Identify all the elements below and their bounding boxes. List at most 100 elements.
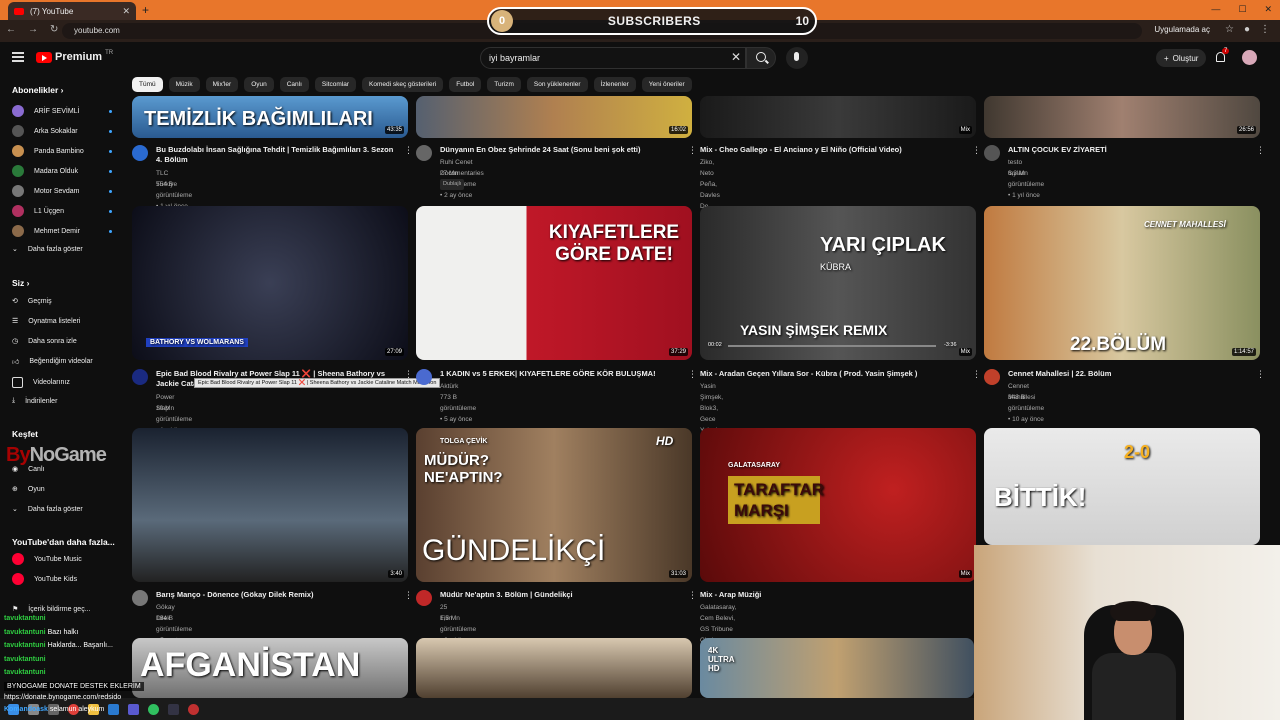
sidebar-you-heading[interactable]: Siz › [12, 278, 29, 288]
edge-taskbar-icon[interactable] [108, 703, 119, 715]
video-thumbnail[interactable]: TEMİZLİK BAĞIMLILARI 43:35 [132, 96, 408, 138]
video-thumbnail[interactable]: KIYAFETLERE GÖRE DATE! 37:29 [416, 206, 692, 360]
video-thumbnail[interactable]: YARI ÇIPLAK KÜBRA YASIN ŞİMŞEK REMIX 00:… [700, 206, 976, 360]
video-thumbnail[interactable]: 3:40 [132, 428, 408, 582]
chip[interactable]: Sitcomlar [314, 77, 357, 92]
discord-taskbar-icon[interactable] [128, 703, 139, 715]
chip[interactable]: Müzik [168, 77, 200, 92]
channel-avatar[interactable] [132, 145, 148, 161]
sidebar-item-youtube-music[interactable]: YouTube Music [12, 553, 112, 565]
video-title[interactable]: ALTIN ÇOCUK EV ZİYARETİ [1008, 145, 1248, 155]
sidebar-show-more[interactable]: ⌄ Daha fazla göster [12, 245, 112, 254]
bookmark-star-icon[interactable]: ☆ [1225, 24, 1234, 35]
channel-avatar[interactable] [416, 369, 432, 385]
video-title[interactable]: Bu Buzdolabı İnsan Sağlığına Tehdit | Te… [156, 145, 396, 165]
sidebar-item-liked[interactable]: 👍︎ Beğendiğim videolar [12, 357, 112, 366]
video-title[interactable]: Müdür Ne'aptın 3. Bölüm | Gündelikçi [440, 590, 680, 600]
clear-search-icon[interactable]: ✕ [731, 50, 741, 64]
new-tab-icon[interactable]: + [142, 3, 149, 17]
sidebar-item-gaming[interactable]: ⊕ Oyun [12, 485, 112, 494]
video-thumbnail[interactable] [416, 638, 692, 698]
chip[interactable]: Son yüklenenler [526, 77, 588, 92]
chip[interactable]: İzlenenler [593, 77, 636, 92]
chip[interactable]: Mix'ler [205, 77, 239, 92]
more-options-icon[interactable]: ⋮ [404, 145, 413, 156]
channel-avatar[interactable] [416, 145, 432, 161]
more-options-icon[interactable]: ⋮ [972, 145, 981, 156]
more-options-icon[interactable]: ⋮ [1256, 145, 1265, 156]
channel-avatar[interactable] [984, 369, 1000, 385]
video-thumbnail[interactable]: AFGANİSTAN [132, 638, 408, 698]
channel-avatar[interactable] [984, 145, 1000, 161]
tab-close-icon[interactable]: ✕ [122, 6, 130, 17]
sidebar-subscriptions-heading[interactable]: Abonelikler › [12, 85, 64, 95]
video-title[interactable]: Mix - Arap Müziği [700, 590, 940, 600]
youtube-logo[interactable]: Premium TR [36, 50, 113, 63]
channel-avatar[interactable] [416, 590, 432, 606]
chip[interactable]: Komedi skeç gösterileri [362, 77, 444, 92]
video-title[interactable]: Barış Manço - Dönence (Gökay Dilek Remix… [156, 590, 396, 600]
video-thumbnail[interactable]: 2-0 BİTTİK! [984, 428, 1260, 545]
channel-name[interactable]: Aktürk [440, 381, 458, 392]
open-in-app-button[interactable]: Uygulamada aç [1154, 25, 1210, 34]
sidebar-item-watch-later[interactable]: ◷ Daha sonra izle [12, 337, 112, 346]
browser-menu-icon[interactable]: ⋮ [1260, 24, 1270, 35]
search-button[interactable] [746, 47, 776, 69]
create-button[interactable]: + Oluştur [1156, 49, 1207, 67]
player-progress-bar[interactable] [728, 345, 936, 347]
sidebar-sub-item[interactable]: L1 Üçgen [12, 205, 112, 217]
chip[interactable]: Turizm [487, 77, 521, 92]
account-avatar[interactable] [1242, 50, 1257, 65]
sidebar-explore-more[interactable]: ⌄ Daha fazla göster [12, 505, 112, 514]
sidebar-sub-item[interactable]: Madara Olduk [12, 165, 112, 177]
video-title[interactable]: Mix - Cheo Gallego - El Anciano y El Niñ… [700, 145, 940, 155]
more-options-icon[interactable]: ⋮ [688, 590, 697, 601]
forward-icon[interactable]: → [28, 24, 38, 35]
browser-tab-youtube[interactable]: (7) YouTube ✕ [8, 2, 136, 20]
sidebar-sub-item[interactable]: ARİF SEVİMLİ [12, 105, 112, 117]
video-thumbnail[interactable]: Mix [700, 96, 976, 138]
video-thumbnail[interactable]: BATHORY VS WOLMARANS 27:09 [132, 206, 408, 360]
more-options-icon[interactable]: ⋮ [688, 369, 697, 380]
video-thumbnail[interactable]: 4K ULTRA HD [700, 638, 974, 698]
close-window-icon[interactable]: ✕ [1264, 4, 1272, 15]
search-input[interactable] [487, 52, 721, 64]
sidebar-item-history[interactable]: ⟲ Geçmiş [12, 297, 112, 306]
sidebar-item-downloads[interactable]: ⤓ İndirilenler [12, 397, 112, 405]
obs-taskbar-icon[interactable] [188, 703, 199, 715]
chip[interactable]: Oyun [244, 77, 274, 92]
video-thumbnail[interactable]: 16:02 [416, 96, 692, 138]
channel-avatar[interactable] [132, 369, 148, 385]
sidebar-sub-item[interactable]: Panda Bambino [12, 145, 112, 157]
sidebar-item-youtube-kids[interactable]: YouTube Kids [12, 573, 112, 585]
sidebar-sub-item[interactable]: Arka Sokaklar [12, 125, 112, 137]
video-title[interactable]: 1 KADIN vs 5 ERKEK| KIYAFETLERE GÖRE KÖR… [440, 369, 680, 379]
chip[interactable]: Futbol [449, 77, 482, 92]
whatsapp-taskbar-icon[interactable] [148, 703, 159, 715]
reload-icon[interactable]: ↻ [50, 24, 58, 35]
chip[interactable]: Yeni öneriler [641, 77, 692, 92]
more-options-icon[interactable]: ⋮ [1256, 369, 1265, 380]
sidebar-item-your-videos[interactable]: Videolarınız [12, 377, 112, 388]
video-thumbnail[interactable]: 26:56 [984, 96, 1260, 138]
video-title[interactable]: Dünyanın En Obez Şehrinde 24 Saat (Sonu … [440, 145, 680, 155]
sidebar-item-playlists[interactable]: ☰ Oynatma listeleri [12, 317, 112, 326]
more-options-icon[interactable]: ⋮ [404, 590, 413, 601]
video-title[interactable]: Mix - Aradan Geçen Yıllara Sor - Kübra (… [700, 369, 940, 379]
profile-icon[interactable]: ● [1244, 24, 1250, 35]
video-thumbnail[interactable]: TOLGA ÇEVİK MÜDÜR? NE'APTIN? GÜNDELİKÇİ … [416, 428, 692, 582]
video-title[interactable]: Cennet Mahallesi | 22. Bölüm [1008, 369, 1248, 379]
video-thumbnail[interactable]: GALATASARAY TARAFTAR MARŞI Mix [700, 428, 976, 582]
chip-all[interactable]: Tümü [132, 77, 163, 92]
back-icon[interactable]: ← [6, 24, 16, 35]
maximize-icon[interactable]: ☐ [1238, 4, 1246, 15]
hamburger-menu-icon[interactable] [12, 52, 24, 62]
more-options-icon[interactable]: ⋮ [972, 369, 981, 380]
video-thumbnail[interactable]: CENNET MAHALLESİ 22.BÖLÜM 1:14:57 [984, 206, 1260, 360]
voice-search-icon[interactable] [786, 47, 808, 69]
more-options-icon[interactable]: ⋮ [688, 145, 697, 156]
minimize-icon[interactable]: — [1211, 4, 1220, 15]
sidebar-sub-item[interactable]: Motor Sevdam [12, 185, 112, 197]
sidebar-sub-item[interactable]: Mehmet Demir [12, 225, 112, 237]
channel-avatar[interactable] [132, 590, 148, 606]
